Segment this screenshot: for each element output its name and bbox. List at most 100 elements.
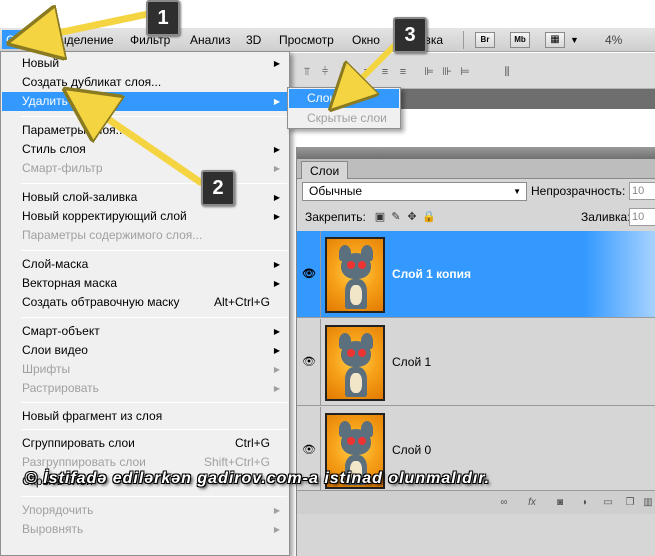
menu-view[interactable]: Просмотр [279, 33, 334, 47]
menu-item-0[interactable]: Новый ▶ [2, 54, 288, 73]
align-right-icon[interactable]: ⊨ [458, 65, 472, 79]
menu-item-16[interactable]: Новый фрагмент из слоя [2, 407, 288, 426]
menu-item-label: Удалить [22, 94, 68, 108]
menu-item-2[interactable]: Удалить ▶ [2, 92, 288, 111]
menu-window[interactable]: Окно [352, 33, 380, 47]
menu-item-14[interactable]: Шрифты ▶ [2, 360, 288, 379]
menu-item-label: Слои видео [22, 343, 88, 357]
distribute-vcenter-icon[interactable]: ≡ [378, 65, 392, 79]
submenu-item-layers[interactable]: Слои [289, 89, 399, 108]
menu-item-13[interactable]: Слои видео ▶ [2, 341, 288, 360]
layer-name[interactable]: Слой 1 [392, 355, 431, 369]
menu-separator [21, 250, 287, 251]
auto-align-icon[interactable]: ⫼ [500, 65, 514, 79]
menu-item-shortcut: Ctrl+G [234, 436, 270, 450]
menu-item-4[interactable]: Стиль слоя ▶ [2, 140, 288, 159]
chevron-right-icon: ▶ [273, 365, 280, 374]
eye-icon[interactable]: 👁 [301, 355, 317, 369]
menu-item-label: Новый корректирующий слой [22, 209, 187, 223]
layer-thumbnail [325, 325, 385, 401]
lock-position-icon[interactable]: ✥ [406, 211, 418, 223]
align-hcenter-icon[interactable]: ⊪ [440, 65, 454, 79]
blend-mode-value: Обычные [309, 184, 363, 198]
lock-transparency-icon[interactable]: ▣ [374, 211, 386, 223]
opacity-input[interactable]: 10 [629, 182, 655, 200]
menu-item-10[interactable]: Векторная маска ▶ [2, 274, 288, 293]
menu-item-label: Выровнять [22, 522, 84, 536]
fx-icon[interactable]: fx [525, 496, 539, 510]
layer-name[interactable]: Слой 0 [392, 443, 431, 457]
mini-bridge-button[interactable]: Mb [510, 32, 530, 48]
menu-item-label: Создать дубликат слоя... [22, 75, 162, 89]
panel-footer: ∞ fx ◙ ◑ ▭ ❐ ▥ [297, 490, 655, 514]
new-layer-icon[interactable]: ❐ [623, 496, 637, 510]
menu-item-label: Растрировать [22, 381, 99, 395]
menu-item-5[interactable]: Смарт-фильтр ▶ [2, 159, 288, 178]
menu-item-6[interactable]: Новый слой-заливка ▶ [2, 188, 288, 207]
menu-item-17[interactable]: Сгруппировать слои Ctrl+G [2, 434, 288, 453]
menu-item-11[interactable]: Создать обтравочную маску Alt+Ctrl+G [2, 293, 288, 312]
menu-item-20[interactable]: Упорядочить ▶ [2, 501, 288, 520]
layer-name[interactable]: Слой 1 копия [392, 267, 471, 281]
menu-item-label: Смарт-фильтр [22, 161, 103, 175]
eye-icon[interactable]: 👁 [301, 443, 317, 457]
tab-layers[interactable]: Слои [301, 161, 349, 179]
fill-label: Заливка: [581, 210, 631, 224]
menu-bar: Слои Выделение Фильтр Анализ 3D Просмотр… [0, 28, 655, 52]
align-bottom-icon[interactable]: ⫫ [336, 65, 350, 79]
menu-separator [21, 429, 287, 430]
lock-pixels-icon[interactable]: ✎ [390, 211, 402, 223]
layer-row[interactable]: 👁 Слой 1 [297, 319, 655, 406]
chevron-right-icon: ▶ [273, 506, 280, 515]
layer-mask-icon[interactable]: ◙ [553, 496, 567, 510]
menu-item-15[interactable]: Растрировать ▶ [2, 379, 288, 398]
menu-select[interactable]: Выделение [50, 33, 114, 47]
panel-header[interactable] [297, 147, 655, 159]
bridge-button[interactable]: Br [475, 32, 495, 48]
menu-item-label: Упорядочить [22, 503, 94, 517]
menu-item-7[interactable]: Новый корректирующий слой ▶ [2, 207, 288, 226]
lock-all-icon[interactable]: 🔒 [422, 211, 436, 223]
menu-item-label: Создать обтравочную маску [22, 295, 180, 309]
menu-item-label: Новый [22, 56, 60, 70]
menu-item-1[interactable]: Создать дубликат слоя... [2, 73, 288, 92]
menu-item-3[interactable]: Параметры слоя... [2, 121, 288, 140]
layer-row[interactable]: 👁 Слой 1 копия [297, 231, 655, 318]
link-layers-icon[interactable]: ∞ [497, 496, 511, 510]
visibility-cell[interactable]: 👁 [297, 231, 321, 318]
chevron-right-icon: ▶ [273, 384, 280, 393]
chevron-right-icon: ▶ [273, 525, 280, 534]
align-left-icon[interactable]: ⊫ [422, 65, 436, 79]
menu-item-label: Разгруппировать слои [22, 455, 146, 469]
menu-analysis[interactable]: Анализ [190, 33, 231, 47]
layers-panel: Слои Обычные ▼ Непрозрачность: 10 Закреп… [296, 147, 655, 556]
align-top-icon[interactable]: ⫪ [300, 65, 314, 79]
align-vcenter-icon[interactable]: ⫩ [318, 65, 332, 79]
menu-separator [21, 317, 287, 318]
blend-mode-select[interactable]: Обычные ▼ [302, 182, 527, 201]
fill-input[interactable]: 10 [629, 208, 655, 226]
new-group-icon[interactable]: ▭ [601, 496, 615, 510]
menu-item-9[interactable]: Слой-маска ▶ [2, 255, 288, 274]
distribute-bottom-icon[interactable]: ≡ [396, 65, 410, 79]
view-extras-icon[interactable]: ▦ [545, 32, 565, 48]
adjustment-layer-icon[interactable]: ◑ [577, 496, 591, 510]
eye-icon[interactable]: 👁 [301, 267, 317, 281]
menu-3d[interactable]: 3D [246, 33, 261, 47]
chevron-right-icon: ▶ [273, 145, 280, 154]
callout-1: 1 [146, 0, 180, 36]
chevron-down-icon[interactable]: ▼ [570, 35, 579, 45]
menu-item-8[interactable]: Параметры содержимого слоя... [2, 226, 288, 245]
menu-item-12[interactable]: Смарт-объект ▶ [2, 322, 288, 341]
menu-separator [21, 116, 287, 117]
distribute-top-icon[interactable]: ≡ [360, 65, 374, 79]
visibility-cell[interactable]: 👁 [297, 319, 321, 406]
menu-layers[interactable]: Слои [2, 30, 40, 49]
menu-item-21[interactable]: Выровнять ▶ [2, 520, 288, 539]
chevron-right-icon: ▶ [273, 193, 280, 202]
menu-item-label: Новый слой-заливка [22, 190, 138, 204]
submenu-item-hidden-layers[interactable]: Скрытые слои [289, 109, 399, 128]
trash-icon[interactable]: ▥ [641, 496, 655, 510]
zoom-level[interactable]: 4% [605, 33, 622, 47]
menu-item-label: Стиль слоя [22, 142, 86, 156]
